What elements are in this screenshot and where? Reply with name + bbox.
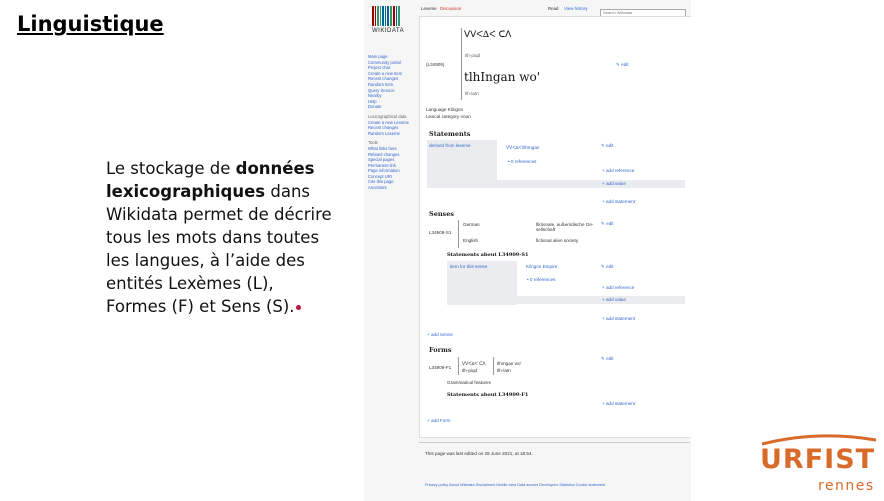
sense-gloss: fiktionale, außerirdische Ge-sellschaft: [536, 222, 594, 232]
edit-link[interactable]: ✎ edit: [601, 221, 614, 227]
edit-link[interactable]: ✎ edit: [601, 264, 614, 270]
form-id: L34909-F1: [429, 365, 452, 370]
add-statement-link[interactable]: + add statement: [602, 401, 635, 406]
add-statement-link[interactable]: + add statement: [602, 316, 635, 321]
lexeme-id: (L34909): [426, 62, 445, 67]
sense-id: L34909-S1: [429, 230, 452, 235]
sidebar-item[interactable]: Random Lexeme: [368, 131, 416, 137]
grammatical-features: Grammatical features: [447, 380, 491, 385]
body-text-start: Le stockage de: [106, 159, 236, 178]
logo-word: URFIST: [760, 444, 876, 475]
statement-property[interactable]: item for this sense: [450, 264, 487, 269]
references-label: 0 references: [510, 159, 537, 164]
add-value-bar: [497, 180, 685, 188]
add-sense-link[interactable]: + add Sense: [427, 332, 453, 337]
form-divider: [493, 357, 494, 375]
add-form-link[interactable]: + add Form: [427, 418, 451, 423]
footer-edited: This page was last edited on 29 June 202…: [425, 451, 533, 456]
form-piqd-glyphs: ᐯᐯᐸ∆ᐸ ᑕᐱ: [462, 361, 486, 366]
add-value-bar: [517, 296, 685, 304]
sense-divider: [458, 220, 459, 248]
edit-link[interactable]: ✎ edit: [601, 356, 614, 362]
sense-gloss: fictional alien society: [536, 238, 579, 243]
edit-label: edit: [606, 143, 614, 148]
sidebar-item[interactable]: Ancestors: [368, 185, 416, 191]
page-footer: This page was last edited on 29 June 202…: [419, 442, 690, 501]
lemma-latn-word: tlhIngan wo': [464, 70, 541, 84]
lemma-piqd-glyphs: ᐯᐯᐸ∆ᐸ ᑕᐱ: [464, 30, 512, 40]
statements-header: Statements: [429, 130, 471, 138]
form-statements-header: Statements about L34909-F1: [447, 392, 529, 398]
edit-link[interactable]: ✎ edit: [616, 62, 629, 68]
wikidata-logo: WIKIDATA: [372, 6, 406, 36]
body-text-end: dans Wikidata permet de décrire tous les…: [106, 182, 332, 316]
sense-language: English: [463, 238, 479, 243]
bullet-dot: [296, 305, 301, 310]
body-paragraph: Le stockage de données lexicographiques …: [106, 157, 336, 318]
forms-header: Forms: [429, 346, 452, 354]
edit-label: edit: [606, 221, 614, 226]
references-toggle[interactable]: • 0 references: [508, 159, 536, 164]
form-latn-code: tlh-latn: [497, 368, 511, 373]
add-value-link[interactable]: + add value: [602, 181, 626, 186]
sidebar-item[interactable]: Donate: [368, 104, 416, 110]
form-divider: [458, 357, 459, 375]
references-toggle[interactable]: • 0 references: [527, 277, 555, 282]
tab-discussion[interactable]: Discussion: [440, 6, 461, 11]
statement-value-text: tlhIngan: [523, 145, 540, 150]
statement-value[interactable]: ᐯᐯᐸ∆ᐸ/tlhIngan: [506, 145, 539, 151]
add-statement-link[interactable]: + add statement: [602, 199, 635, 204]
statement-value[interactable]: Klingon Empire: [526, 264, 557, 269]
lemma-piqd-code: tlh-piqd: [465, 53, 481, 58]
logo-city: rennes: [818, 478, 875, 494]
tab-read[interactable]: Read: [548, 6, 559, 11]
add-reference-link[interactable]: + add reference: [602, 285, 634, 290]
edit-label: edit: [606, 264, 614, 269]
tab-view-history[interactable]: View history: [564, 6, 588, 11]
edit-label: edit: [621, 62, 629, 67]
sense-language: German: [463, 222, 480, 227]
slide-title: Linguistique: [17, 12, 164, 36]
wikidata-screenshot: WIKIDATA Main page Community portal Proj…: [364, 0, 691, 501]
statement-property[interactable]: derived from lexeme: [429, 143, 471, 148]
form-piqd-code: tlh-piqd: [462, 368, 478, 373]
category-line: Lexical category noun: [426, 114, 471, 119]
edit-link[interactable]: ✎ edit: [601, 143, 614, 149]
add-value-link[interactable]: + add value: [602, 297, 626, 302]
lemma-divider: [461, 28, 462, 100]
footer-links[interactable]: Privacy policy About Wikidata Disclaimer…: [425, 483, 685, 487]
form-latn-word: tlhIngan wo': [497, 361, 522, 366]
wikidata-wordmark: WIKIDATA: [372, 28, 405, 34]
add-reference-link[interactable]: + add reference: [602, 168, 634, 173]
language-line: Language Klingon: [426, 107, 464, 112]
edit-label: edit: [606, 356, 614, 361]
tab-lexeme[interactable]: Lexeme: [421, 6, 437, 11]
sense-statements-header: Statements about L34909-S1: [447, 252, 529, 258]
sidebar: Main page Community portal Project chat …: [368, 54, 416, 191]
urfist-logo: URFIST rennes: [758, 432, 878, 494]
references-label: 0 references: [529, 277, 556, 282]
lemma-latn-code: tlh-latn: [465, 91, 479, 96]
senses-header: Senses: [429, 210, 455, 218]
